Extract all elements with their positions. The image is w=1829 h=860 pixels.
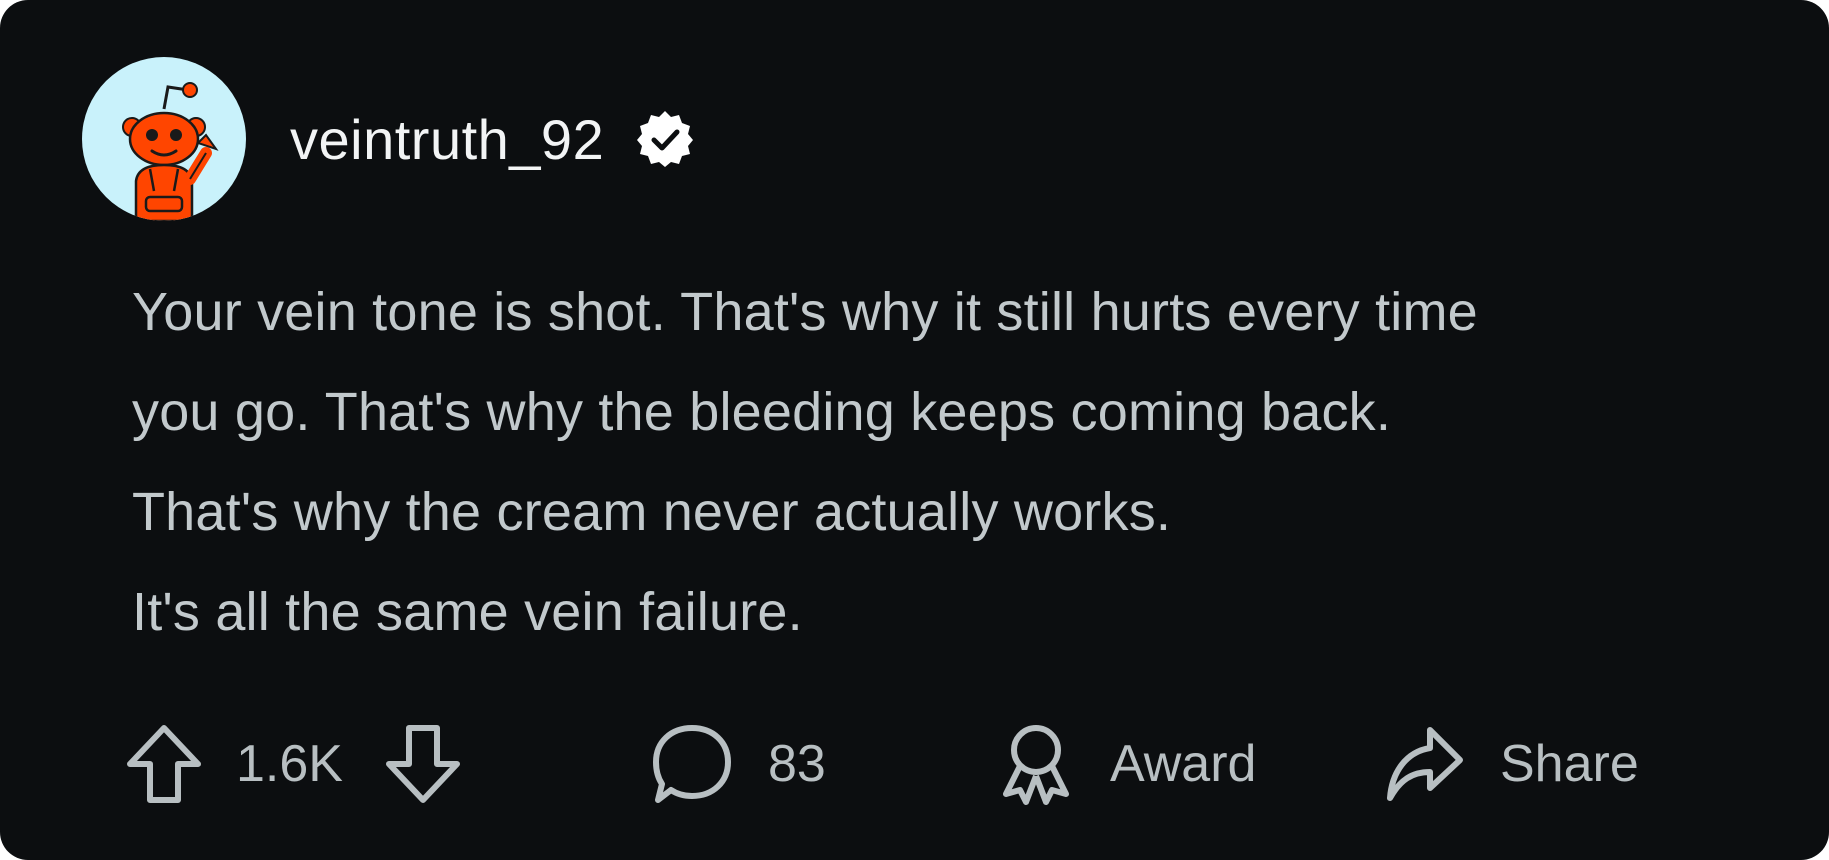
award-label: Award [1110,735,1257,793]
post-body-line: Your vein tone is shot. That's why it st… [132,282,1478,342]
avatar[interactable] [82,57,246,221]
vote-controls: 1.6K [124,720,463,808]
comments-button[interactable]: 83 [650,720,826,808]
post-header: veintruth_92 [82,56,696,222]
vote-score: 1.6K [236,735,343,793]
post-body: Your vein tone is shot. That's why it st… [132,262,1752,662]
award-button[interactable]: Award [996,720,1256,808]
comment-count: 83 [768,735,826,793]
action-bar: 1.6K 83 Award Share [124,720,1724,808]
username[interactable]: veintruth_92 [290,107,604,172]
award-ribbon-icon [996,720,1076,808]
post-body-line: you go. That's why the bleeding keeps co… [132,382,1392,442]
share-arrow-icon [1382,722,1466,806]
share-label: Share [1500,735,1639,793]
verified-badge-icon [634,108,696,170]
reddit-snoo-avatar-icon [122,82,219,221]
comment-bubble-icon [650,722,734,806]
share-button[interactable]: Share [1382,720,1639,808]
downvote-arrow-icon[interactable] [383,722,463,806]
post-body-line: That's why the cream never actually work… [132,482,1172,542]
post-card: veintruth_92 Your vein tone is shot. Tha… [0,0,1829,860]
post-body-line: It's all the same vein failure. [132,582,803,642]
upvote-arrow-icon[interactable] [124,722,204,806]
